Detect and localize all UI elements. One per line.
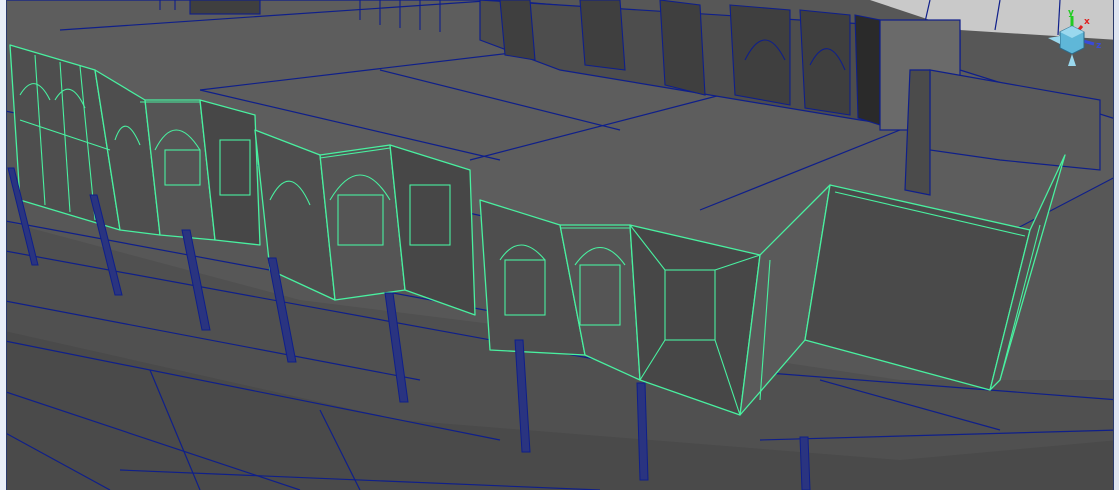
maya-viewport[interactable]: y z x	[0, 0, 1119, 490]
viewport-right-border	[1113, 0, 1119, 490]
axis-x-label: x	[1084, 17, 1090, 27]
axis-y-label: y	[1068, 8, 1074, 18]
scene-3d[interactable]	[0, 0, 1119, 490]
viewport-left-border	[0, 0, 7, 490]
axis-z-label: z	[1096, 41, 1101, 51]
orientation-axes-icon[interactable]: y z x	[1042, 8, 1106, 72]
